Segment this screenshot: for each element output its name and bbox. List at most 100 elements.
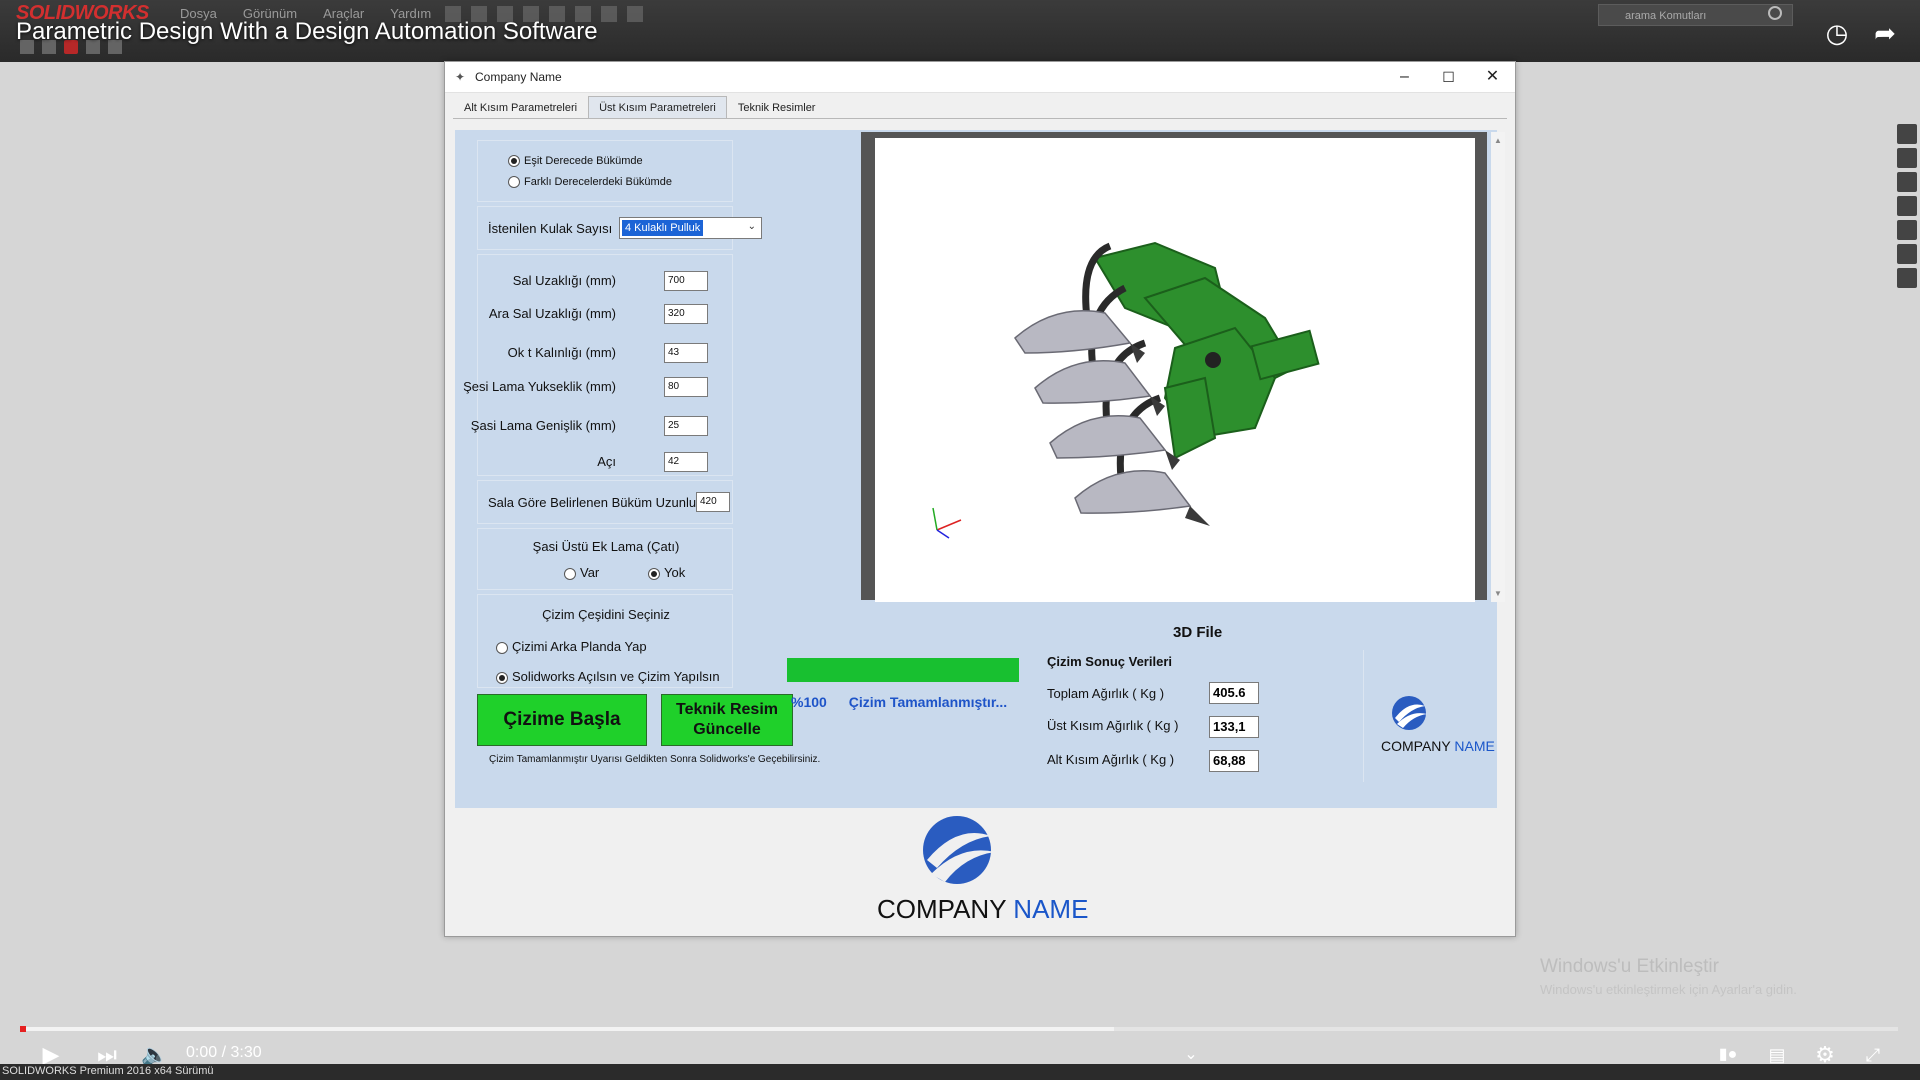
bending-different-radio[interactable]: [508, 176, 520, 189]
video-buffer-bar: [22, 1027, 1114, 1031]
param-label-aci: Açı: [597, 454, 616, 469]
command-search-input[interactable]: arama Komutları: [1598, 4, 1793, 26]
bukum-label: Sala Göre Belirlenen Büküm Uzunluğu: [488, 495, 711, 510]
update-button-line2: Güncelle: [693, 721, 761, 738]
result-value-toplam: 405.6: [1209, 682, 1259, 704]
window-title: Company Name: [475, 70, 562, 84]
search-icon[interactable]: [1768, 6, 1782, 20]
windows-activation-text: Windows'u etkinleştirmek için Ayarlar'a …: [1540, 982, 1797, 997]
update-button-line1: Teknik Resim: [676, 701, 778, 718]
rebuild-icon[interactable]: [601, 6, 617, 22]
name-word-large: NAME: [1013, 894, 1089, 924]
cizim-solidworks-option[interactable]: Solidworks Açılsın ve Çizim Yapılsın: [496, 669, 720, 684]
kulak-select[interactable]: 4 Kulaklı Pulluk ⌄: [619, 217, 762, 239]
close-button[interactable]: ✕: [1470, 62, 1515, 92]
company-word-large: COMPANY: [877, 894, 1007, 924]
bending-different-label: Farklı Derecelerdeki Bükümde: [524, 176, 672, 188]
library-icon[interactable]: [1897, 148, 1917, 168]
viewer-scrollbar[interactable]: ▲ ▼: [1491, 132, 1505, 602]
home-icon[interactable]: [1897, 124, 1917, 144]
result-label-ust: Üst Kısım Ağırlık ( Kg ): [1047, 718, 1179, 733]
cizim-background-option[interactable]: Çizimi Arka Planda Yap: [496, 639, 647, 654]
folder-icon[interactable]: [1897, 172, 1917, 192]
view-palette-icon[interactable]: [1897, 196, 1917, 216]
param-label-sal-uzakligi: Sal Uzaklığı (mm): [512, 273, 616, 288]
kulak-label: İstenilen Kulak Sayısı: [488, 221, 613, 236]
app-icon: ✦: [455, 70, 466, 84]
tab-panel: Eşit Derecede Bükümde Farklı Derecelerde…: [455, 130, 1505, 808]
scroll-up-icon[interactable]: ▲: [1494, 136, 1502, 145]
progress-status: %100 Çizim Tamamlanmıştır...: [791, 694, 1007, 710]
result-label-toplam: Toplam Ağırlık ( Kg ): [1047, 686, 1165, 701]
tab-strip: Alt Kısım Parametreleri Üst Kısım Parame…: [453, 96, 827, 119]
bukum-uzunlugu-input[interactable]: 420: [696, 492, 730, 512]
company-logo-small-icon: [1392, 696, 1427, 730]
plough-model-image: [932, 241, 1320, 539]
bending-group: Eşit Derecede Bükümde Farklı Derecelerde…: [477, 140, 733, 202]
window-titlebar[interactable]: ✦ Company Name – ☐ ✕: [445, 62, 1515, 93]
ek-lama-yok-label: Yok: [664, 565, 686, 580]
result-value-alt: 68,88: [1209, 750, 1259, 772]
progress-status-text: Çizim Tamamlanmıştır...: [848, 694, 1008, 710]
watch-later-icon[interactable]: ◷: [1822, 18, 1852, 48]
ara-sal-uzakligi-input[interactable]: 320: [664, 304, 708, 324]
cizim-solidworks-label: Solidworks Açılsın ve Çizim Yapılsın: [512, 669, 720, 684]
3d-viewer[interactable]: [875, 138, 1475, 602]
forum-icon[interactable]: [1897, 268, 1917, 288]
tab-alt-kisim[interactable]: Alt Kısım Parametreleri: [453, 96, 588, 119]
app-window: ✦ Company Name – ☐ ✕ Alt Kısım Parametre…: [444, 61, 1516, 937]
cizim-background-label: Çizimi Arka Planda Yap: [512, 639, 647, 654]
tab-ust-kisim[interactable]: Üst Kısım Parametreleri: [588, 96, 727, 119]
name-word-small: NAME: [1454, 738, 1495, 754]
company-name-large: COMPANY NAME: [877, 894, 1088, 925]
ek-lama-yok-radio[interactable]: [648, 567, 660, 580]
bending-equal-radio[interactable]: [508, 155, 520, 168]
ek-lama-var-radio[interactable]: [564, 567, 576, 580]
share-icon[interactable]: ➦: [1870, 18, 1900, 48]
company-name-small: COMPANY NAME: [1381, 738, 1495, 754]
ek-lama-title: Şasi Üstü Ek Lama (Çatı): [532, 539, 680, 554]
kulak-group: İstenilen Kulak Sayısı 4 Kulaklı Pulluk …: [477, 206, 762, 250]
ek-lama-group: Şasi Üstü Ek Lama (Çatı) Var Yok: [477, 528, 733, 590]
custom-properties-icon[interactable]: [1897, 244, 1917, 264]
ek-lama-var-label: Var: [580, 565, 600, 580]
chevron-down-icon[interactable]: ⌄: [748, 221, 756, 232]
param-label-okt-kalinligi: Ok t Kalınlığı (mm): [507, 345, 616, 360]
bukum-group: Sala Göre Belirlenen Büküm Uzunluğu 420: [477, 480, 733, 524]
result-value-ust: 133,1: [1209, 716, 1259, 738]
param-label-sasi-lama-yukseklik: Şesi Lama Yukseklik (mm): [463, 379, 616, 394]
cizim-background-radio[interactable]: [496, 641, 508, 654]
sasi-lama-yukseklik-input[interactable]: 80: [664, 377, 708, 397]
update-technical-drawing-button[interactable]: Teknik Resim Güncelle: [661, 694, 793, 746]
video-title[interactable]: Parametric Design With a Design Automati…: [16, 18, 598, 46]
tab-teknik-resimler[interactable]: Teknik Resimler: [727, 96, 827, 119]
bending-option-equal[interactable]: Eşit Derecede Bükümde: [508, 155, 643, 168]
params-group: Sal Uzaklığı (mm) 700 Ara Sal Uzaklığı (…: [463, 254, 733, 476]
tab-divider: [453, 118, 1507, 119]
company-logo-large-icon: [923, 816, 995, 884]
sal-uzakligi-input[interactable]: 700: [664, 271, 708, 291]
bending-option-different[interactable]: Farklı Derecelerdeki Bükümde: [508, 176, 672, 189]
results-divider: [1363, 650, 1364, 782]
minimize-button[interactable]: –: [1382, 62, 1427, 92]
video-playhead[interactable]: [20, 1026, 26, 1032]
viewer-frame: [861, 132, 1487, 602]
scroll-down-icon[interactable]: ▼: [1494, 589, 1502, 598]
task-pane-tabs: [1894, 124, 1920, 288]
okt-kalinligi-input[interactable]: 43: [664, 343, 708, 363]
results-title: Çizim Sonuç Verileri: [1047, 654, 1172, 669]
note-text: Çizim Tamamlanmıştır Uyarısı Geldikten S…: [489, 754, 821, 765]
param-label-sasi-lama-genislik: Şasi Lama Genişlik (mm): [470, 418, 616, 433]
aci-input[interactable]: 42: [664, 452, 708, 472]
appearance-icon[interactable]: [1897, 220, 1917, 240]
solidworks-status-bar: [0, 1064, 1920, 1080]
options-gear-icon[interactable]: [627, 6, 643, 22]
start-drawing-button[interactable]: Çizime Başla: [477, 694, 647, 746]
ek-lama-yok-option[interactable]: Yok: [648, 565, 685, 580]
ek-lama-var-option[interactable]: Var: [564, 565, 599, 580]
bending-equal-label: Eşit Derecede Bükümde: [524, 155, 643, 167]
cizim-solidworks-radio[interactable]: [496, 671, 508, 684]
video-time-display: 0:00 / 3:30: [186, 1044, 262, 1061]
sasi-lama-genislik-input[interactable]: 25: [664, 416, 708, 436]
maximize-button[interactable]: ☐: [1426, 62, 1471, 92]
